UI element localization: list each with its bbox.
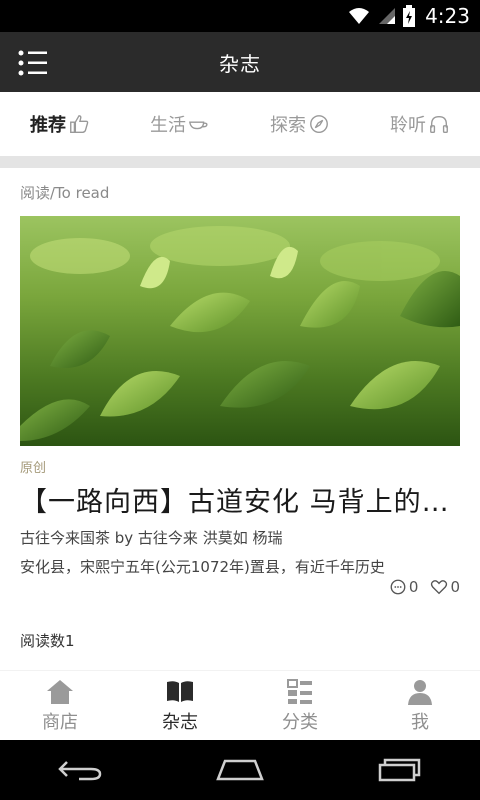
bottom-nav: 商店 杂志 分类 我 <box>0 670 480 740</box>
comment-count: 0 <box>408 578 419 596</box>
tab-label: 聆听 <box>390 115 426 136</box>
section-divider <box>0 156 480 168</box>
person-icon <box>408 679 432 705</box>
nav-me[interactable]: 我 <box>360 671 480 740</box>
article-image[interactable] <box>20 216 460 446</box>
article-summary: 安化县，宋熙宁五年(公元1072年)置县，有近千年历史 <box>20 558 385 576</box>
shop-icon <box>47 679 73 704</box>
recents-icon <box>378 758 421 782</box>
category-icon <box>287 678 312 704</box>
comment-icon <box>390 579 406 595</box>
wifi-icon <box>349 8 370 24</box>
thumbs-up-icon <box>70 115 89 133</box>
menu-button[interactable] <box>18 50 48 76</box>
back-button[interactable] <box>50 750 110 790</box>
system-nav-bar <box>0 740 480 800</box>
battery-icon <box>403 5 416 27</box>
status-bar: 4:23 <box>0 0 480 32</box>
tab-recommend[interactable]: 推荐 <box>0 92 120 156</box>
menu-list-icon <box>18 50 47 76</box>
home-icon <box>216 759 264 781</box>
status-time: 4:23 <box>425 4 470 28</box>
tea-leaves-image <box>20 216 460 446</box>
like-count: 0 <box>450 578 460 596</box>
nav-shop[interactable]: 商店 <box>0 671 120 740</box>
status-icons <box>347 5 416 27</box>
headphones-icon <box>430 115 448 133</box>
nav-category[interactable]: 分类 <box>240 671 360 740</box>
heart-icon <box>431 580 448 595</box>
nav-label: 商店 <box>42 711 78 733</box>
tab-label: 探索 <box>270 115 306 136</box>
signal-icon <box>379 8 396 24</box>
recents-button[interactable] <box>370 750 430 790</box>
page-title: 杂志 <box>219 51 261 76</box>
article-title[interactable]: 【一路向西】古道安化 马背上的茶马古道 <box>20 480 460 519</box>
original-badge: 原创 <box>20 461 47 476</box>
like-button[interactable]: 0 <box>430 578 460 596</box>
article-stats: 0 0 <box>389 578 460 596</box>
tab-label: 推荐 <box>30 115 66 136</box>
section-label: 阅读/To read <box>20 184 110 202</box>
comment-button[interactable]: 0 <box>389 578 419 596</box>
category-tabs: 推荐 生活 探索 聆听 <box>0 92 480 156</box>
teacup-icon <box>189 121 208 130</box>
nav-label: 分类 <box>282 711 318 733</box>
back-icon <box>58 761 102 781</box>
home-button[interactable] <box>210 750 270 790</box>
nav-label: 我 <box>411 711 429 733</box>
article-feed: 阅读/To read 原创 【一路向西】古道安化 马背上的茶 古往今来国茶 by… <box>0 168 480 670</box>
article-byline: 古往今来国茶 by 古往今来 洪莫如 杨瑞 <box>20 529 283 547</box>
tab-label: 生活 <box>150 115 186 136</box>
book-icon <box>167 680 193 702</box>
read-count: 阅读数1 <box>20 632 75 650</box>
tab-listen[interactable]: 聆听 <box>360 92 480 156</box>
nav-label: 杂志 <box>162 711 198 733</box>
tab-explore[interactable]: 探索 <box>240 92 360 156</box>
app-bar: 杂志 <box>0 32 480 92</box>
nav-magazine[interactable]: 杂志 <box>120 671 240 740</box>
compass-icon <box>310 115 328 133</box>
tab-life[interactable]: 生活 <box>120 92 240 156</box>
